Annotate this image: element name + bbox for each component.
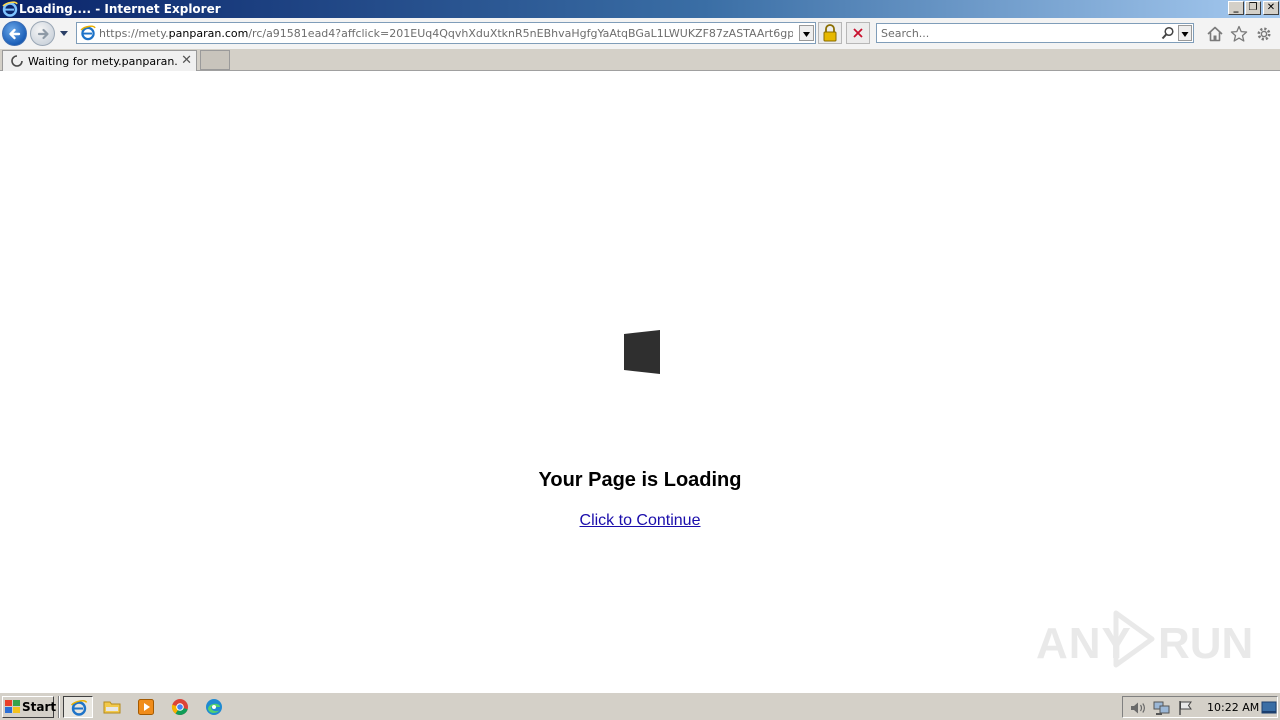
home-icon[interactable] <box>1206 25 1224 43</box>
watermark-text-run: RUN <box>1158 619 1254 668</box>
taskbar-clock[interactable]: 10:22 AM <box>1207 701 1259 714</box>
folder-icon <box>103 701 121 714</box>
system-tray: 10:22 AM <box>1122 696 1278 718</box>
anyrun-watermark: ANY RUN <box>1036 607 1253 671</box>
close-window-button[interactable]: ✕ <box>1263 1 1279 15</box>
recent-pages-dropdown-icon[interactable] <box>58 27 70 39</box>
taskbar-separator <box>58 696 60 718</box>
loading-heading: Your Page is Loading <box>538 469 742 491</box>
address-dropdown-button[interactable] <box>799 25 814 41</box>
url-domain: panparan.com <box>168 27 249 40</box>
address-url[interactable]: https://mety.panparan.com/rc/a91581ead4?… <box>99 26 793 42</box>
minimize-button[interactable]: _ <box>1228 1 1244 15</box>
arrow-left-icon <box>9 28 21 40</box>
favorites-star-icon[interactable] <box>1230 25 1248 43</box>
taskbar-explorer-button[interactable] <box>97 696 127 718</box>
chevron-down-icon <box>803 32 810 37</box>
tab-label: Waiting for mety.panparan.c... <box>28 55 178 68</box>
network-icon[interactable] <box>1153 700 1171 716</box>
loader-square-icon <box>624 330 660 374</box>
url-prefix: https://mety. <box>99 27 169 40</box>
forward-button[interactable] <box>30 21 55 46</box>
restore-button[interactable]: ❐ <box>1245 1 1261 15</box>
taskbar: Start 10:22 AM <box>0 692 1280 720</box>
new-tab-button[interactable] <box>200 50 230 70</box>
screen: Loading.... - Internet Explorer _ ❐ ✕ ht… <box>0 0 1280 720</box>
tab-current[interactable]: Waiting for mety.panparan.c... ✕ <box>2 50 197 71</box>
chrome-icon <box>171 699 188 715</box>
lock-icon <box>823 24 837 42</box>
taskbar-edge-button[interactable] <box>199 696 229 718</box>
window-titlebar[interactable]: Loading.... - Internet Explorer _ ❐ ✕ <box>0 0 1280 18</box>
security-lock-button[interactable] <box>818 22 842 44</box>
taskbar-ie-button[interactable] <box>63 696 93 718</box>
url-path: /rc/a91581ead4?affclick=201EUq4QqvhXduXt… <box>248 27 793 40</box>
tab-bar: Waiting for mety.panparan.c... ✕ <box>0 49 1280 71</box>
page-content: Your Page is Loading Click to Continue A… <box>0 71 1280 692</box>
taskbar-chrome-button[interactable] <box>165 696 195 718</box>
show-desktop-icon[interactable] <box>1261 700 1277 716</box>
action-center-flag-icon[interactable] <box>1177 700 1195 716</box>
address-bar[interactable]: https://mety.panparan.com/rc/a91581ead4?… <box>76 22 816 44</box>
start-button[interactable]: Start <box>2 696 57 718</box>
window-title: Loading.... - Internet Explorer <box>19 2 221 16</box>
taskbar-media-player-button[interactable] <box>131 696 161 718</box>
arrow-right-icon <box>37 28 49 40</box>
ie-icon <box>70 700 88 716</box>
loading-spinner-icon <box>11 55 23 67</box>
search-placeholder: Search... <box>881 27 930 40</box>
page-ie-icon <box>80 25 96 41</box>
stop-button[interactable] <box>846 22 870 44</box>
play-logo-icon <box>1113 610 1155 668</box>
media-player-icon <box>138 699 154 715</box>
tab-close-icon[interactable]: ✕ <box>181 53 192 68</box>
ie-logo-icon <box>2 1 18 17</box>
search-box[interactable]: Search... <box>876 23 1194 43</box>
windows-logo-icon <box>5 700 20 713</box>
navigation-bar: https://mety.panparan.com/rc/a91581ead4?… <box>0 18 1280 49</box>
settings-gear-icon[interactable] <box>1255 25 1273 43</box>
stop-x-icon <box>853 28 863 38</box>
click-to-continue-link[interactable]: Click to Continue <box>540 512 740 530</box>
search-icon[interactable] <box>1161 26 1175 40</box>
edge-icon <box>206 699 222 715</box>
volume-icon[interactable] <box>1129 700 1147 716</box>
search-dropdown-button[interactable] <box>1178 25 1192 41</box>
chevron-down-icon <box>1181 32 1189 37</box>
start-label: Start <box>22 700 57 714</box>
back-button[interactable] <box>2 21 27 46</box>
